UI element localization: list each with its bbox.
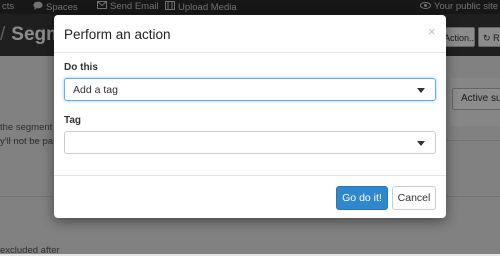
do-this-selected-value: Add a tag: [73, 84, 118, 96]
modal-header-divider: [54, 52, 446, 53]
modal-footer-divider: [54, 175, 446, 176]
chevron-down-icon: [417, 88, 425, 93]
do-this-select[interactable]: Add a tag: [64, 78, 436, 101]
do-this-label: Do this: [64, 62, 98, 73]
cancel-button[interactable]: Cancel: [392, 186, 436, 210]
perform-action-modal: Perform an action × Do this Add a tag Ta…: [54, 15, 446, 218]
tag-label: Tag: [64, 115, 82, 126]
go-do-it-button[interactable]: Go do it!: [336, 186, 388, 210]
tag-select[interactable]: [64, 131, 436, 154]
chevron-down-icon: [417, 141, 425, 146]
close-icon[interactable]: ×: [428, 24, 436, 39]
modal-title: Perform an action: [64, 27, 171, 42]
